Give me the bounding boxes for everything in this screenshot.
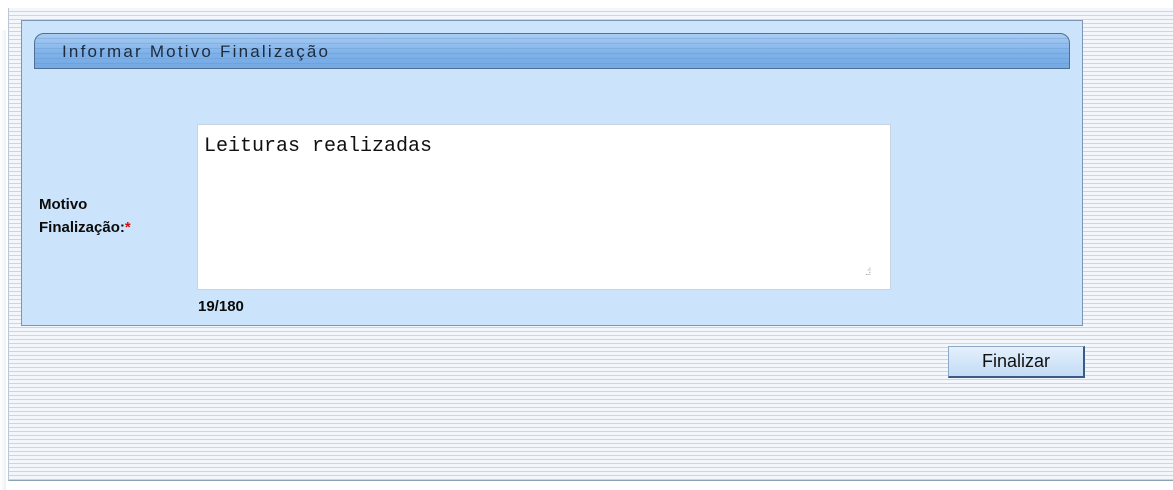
motivo-label-line1: Motivo — [39, 196, 88, 213]
resize-grip-icon[interactable]: .:⁞ — [865, 267, 871, 278]
required-asterisk: * — [124, 219, 131, 236]
left-edge — [0, 30, 6, 490]
motivo-finalizacao-label: Motivo Finalização:* — [39, 193, 131, 239]
form-panel: Informar Motivo Finalização Motivo Final… — [21, 20, 1083, 326]
finalizar-button[interactable]: Finalizar — [948, 346, 1085, 378]
motivo-finalizacao-textarea[interactable] — [197, 124, 891, 290]
char-counter: 19/180 — [198, 298, 244, 315]
panel-header: Informar Motivo Finalização — [34, 33, 1070, 69]
panel-title: Informar Motivo Finalização — [62, 42, 331, 61]
motivo-label-line2: Finalização: — [39, 219, 125, 236]
